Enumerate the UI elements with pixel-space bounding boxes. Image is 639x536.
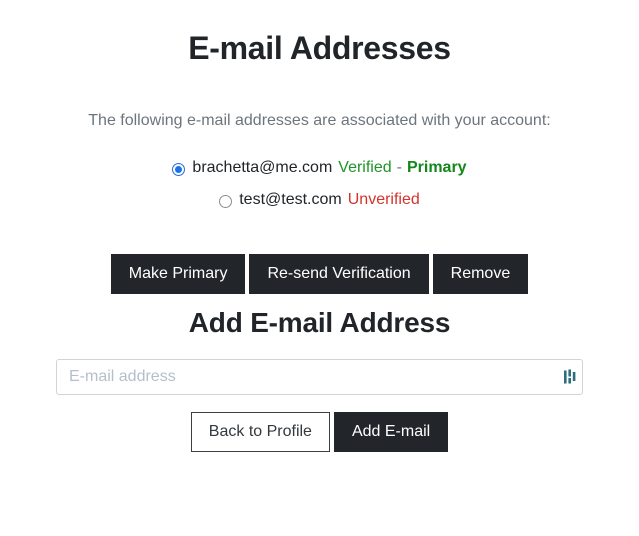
- primary-badge: Primary: [406, 159, 467, 176]
- make-primary-button[interactable]: Make Primary: [110, 254, 246, 294]
- add-email-heading: Add E-mail Address: [188, 307, 451, 338]
- status-badge: Verified: [338, 159, 392, 176]
- list-item[interactable]: test@test.com Unverified: [0, 184, 639, 216]
- back-to-profile-button[interactable]: Back to Profile: [190, 412, 330, 452]
- email-address-text: test@test.com: [239, 191, 342, 208]
- email-actions-button-group: Make Primary Re-send Verification Remove: [0, 216, 639, 294]
- status-badge: Unverified: [347, 191, 420, 208]
- resend-verification-button[interactable]: Re-send Verification: [249, 254, 429, 294]
- separator-dash: -: [396, 159, 402, 176]
- email-address-list: brachetta@me.com Verified - Primary test…: [0, 132, 639, 216]
- email-addresses-page: E-mail Addresses The following e-mail ad…: [0, 0, 639, 536]
- radio-button-unselected[interactable]: [219, 194, 233, 208]
- intro-text: The following e-mail addresses are assoc…: [88, 112, 551, 129]
- list-item[interactable]: brachetta@me.com Verified - Primary: [0, 152, 639, 184]
- email-input-wrapper: [0, 341, 639, 395]
- add-email-button[interactable]: Add E-mail: [333, 412, 449, 452]
- page-title: E-mail Addresses: [188, 30, 451, 66]
- remove-button[interactable]: Remove: [432, 254, 529, 294]
- email-address-text: brachetta@me.com: [192, 159, 333, 176]
- add-email-form-actions: Back to Profile Add E-mail: [0, 395, 639, 452]
- email-input[interactable]: [56, 359, 583, 395]
- password-manager-autofill-icon[interactable]: [564, 369, 577, 385]
- radio-button-selected[interactable]: [172, 162, 186, 176]
